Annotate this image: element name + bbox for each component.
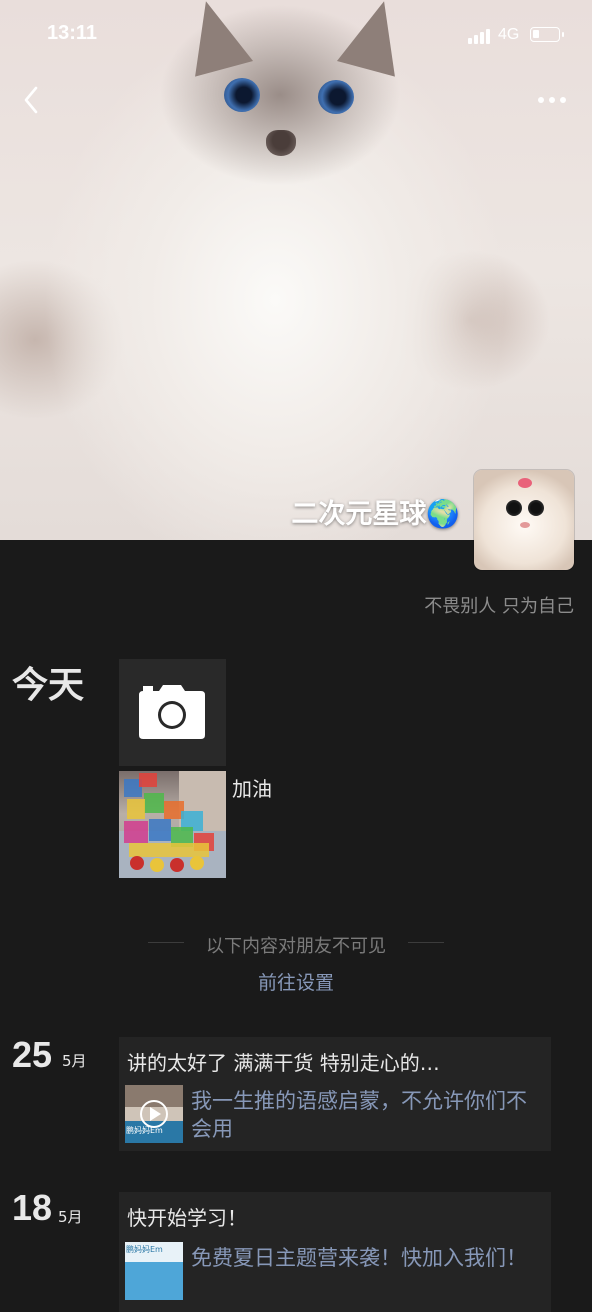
privacy-notice: 以下内容对朋友不可见 xyxy=(206,936,386,957)
cover-photo[interactable] xyxy=(0,0,592,540)
privacy-settings-link[interactable]: 前往设置 xyxy=(0,968,592,995)
video-cover-text: 鹏妈妈Em xyxy=(126,1126,163,1135)
post-text: 讲的太好了 满满干货 特别走心的… xyxy=(127,1051,440,1075)
chevron-left-icon xyxy=(24,86,38,114)
back-button[interactable] xyxy=(18,82,48,118)
post-caption: 加油 xyxy=(232,777,272,801)
battery-icon xyxy=(530,27,564,42)
more-dots-icon xyxy=(538,97,566,103)
cat-eye xyxy=(224,78,260,112)
cat-eye xyxy=(318,80,354,114)
shared-article-title: 免费夏日主题营来袭！快加入我们！ xyxy=(191,1246,527,1270)
status-time: 13:11 xyxy=(47,22,98,44)
article-cover-text: 鹏妈妈Em xyxy=(126,1245,163,1254)
profile-avatar[interactable] xyxy=(474,470,574,570)
post-card[interactable]: 讲的太好了 满满干货 特别走心的… 鹏妈妈Em 我一生推的语感启蒙，不允许你们不… xyxy=(119,1037,551,1151)
post-date-month: 5月 xyxy=(62,1052,87,1070)
status-bar: 13:11 4G xyxy=(0,0,592,70)
toy-tower-image xyxy=(119,771,226,878)
shared-video-thumbnail[interactable]: 鹏妈妈Em xyxy=(125,1085,183,1143)
divider-right xyxy=(408,942,444,943)
network-type: 4G xyxy=(498,26,520,43)
post-date-day: 18 xyxy=(12,1187,53,1228)
shared-article-thumbnail[interactable]: 鹏妈妈Em xyxy=(125,1242,183,1300)
profile-signature: 不畏别人 只为自己 xyxy=(424,596,574,617)
post-card[interactable]: 快开始学习！ 鹏妈妈Em 免费夏日主题营来袭！快加入我们！ xyxy=(119,1192,551,1312)
signal-icon xyxy=(468,28,490,44)
profile-nickname: 二次元星球🌍 xyxy=(291,499,460,530)
post-text: 快开始学习！ xyxy=(127,1206,247,1230)
post-date-day: 25 xyxy=(12,1034,53,1075)
shared-article-title: 我一生推的语感启蒙，不允许你们不会用 xyxy=(191,1089,527,1141)
post-date-month: 5月 xyxy=(58,1208,83,1226)
more-button[interactable] xyxy=(532,86,572,114)
camera-icon xyxy=(139,685,205,739)
post-camera-button[interactable] xyxy=(119,659,226,766)
today-label: 今天 xyxy=(12,665,85,706)
cat-nose xyxy=(266,130,296,156)
post-photo-thumbnail[interactable] xyxy=(119,771,226,878)
